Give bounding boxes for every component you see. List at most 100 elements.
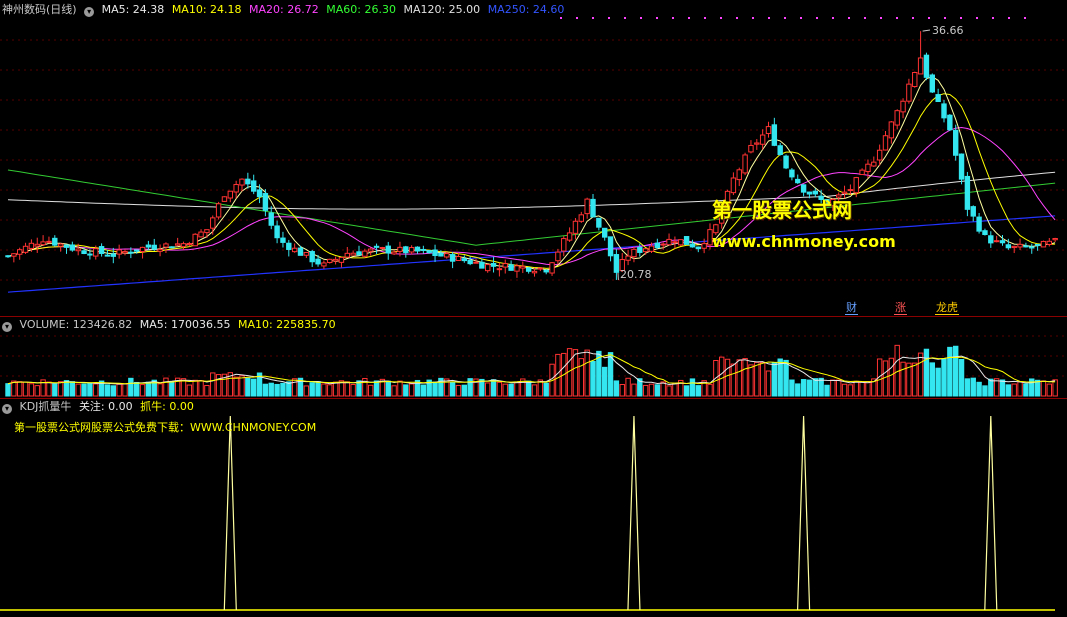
candle bbox=[607, 236, 614, 257]
volume-bar bbox=[754, 361, 760, 397]
candle bbox=[93, 248, 99, 257]
volume-bar bbox=[683, 385, 690, 397]
kdj-zhuaniu: 抓牛: 0.00 bbox=[140, 400, 194, 413]
candle bbox=[982, 230, 988, 235]
volume-bar bbox=[332, 381, 339, 397]
candle bbox=[923, 54, 930, 78]
candle bbox=[286, 242, 292, 250]
candle bbox=[134, 249, 140, 252]
stock-name: 神州数码(日线) bbox=[2, 3, 77, 16]
candle bbox=[742, 154, 748, 174]
volume-bar bbox=[34, 385, 40, 397]
volume-bar bbox=[5, 383, 11, 397]
candle bbox=[935, 94, 941, 103]
volume-bar bbox=[274, 383, 280, 397]
candle bbox=[239, 178, 245, 186]
candle bbox=[163, 243, 169, 248]
volume-bar bbox=[771, 362, 778, 397]
candle bbox=[5, 255, 11, 258]
finance-badge[interactable]: 财 bbox=[845, 301, 858, 315]
volume-bar bbox=[748, 364, 754, 397]
volume-bar bbox=[847, 384, 854, 397]
volume-bar bbox=[344, 381, 351, 397]
candle bbox=[531, 270, 538, 274]
chevron-down-icon[interactable]: ▾ bbox=[2, 322, 12, 332]
volume-bar bbox=[742, 358, 748, 397]
candle bbox=[34, 243, 40, 247]
volume-bar bbox=[672, 382, 678, 397]
candle bbox=[970, 206, 976, 217]
volume-bar bbox=[888, 357, 895, 397]
candle bbox=[69, 244, 76, 251]
volume-bar bbox=[602, 366, 608, 397]
volume-bar bbox=[485, 382, 491, 397]
candle bbox=[771, 124, 778, 146]
candle bbox=[128, 251, 134, 254]
candle bbox=[145, 244, 152, 248]
chevron-down-icon[interactable]: ▾ bbox=[2, 404, 12, 414]
low-price-label: 20.78 bbox=[620, 268, 652, 281]
volume-bar bbox=[941, 358, 947, 397]
candle bbox=[566, 232, 573, 241]
candle bbox=[572, 220, 579, 234]
volume-bar bbox=[268, 382, 274, 397]
volume-bar bbox=[502, 383, 508, 397]
candle bbox=[210, 217, 216, 229]
volume-bar bbox=[215, 374, 222, 397]
candle bbox=[602, 227, 608, 238]
candle bbox=[420, 248, 427, 251]
candle bbox=[87, 253, 93, 256]
candle bbox=[40, 241, 46, 246]
volume-bar bbox=[976, 381, 982, 397]
volume-bar bbox=[286, 381, 292, 397]
candle bbox=[362, 250, 368, 257]
volume-bar bbox=[303, 385, 310, 397]
chevron-down-icon[interactable]: ▾ bbox=[84, 7, 95, 17]
volume-bar bbox=[508, 383, 514, 397]
candle bbox=[251, 180, 257, 192]
candle bbox=[993, 240, 1000, 243]
volume-bar bbox=[695, 385, 701, 397]
candle bbox=[303, 252, 310, 256]
volume-bar bbox=[584, 349, 590, 397]
candle bbox=[689, 243, 696, 248]
volume-bar bbox=[397, 380, 403, 397]
volume-bar bbox=[947, 346, 953, 397]
candle bbox=[174, 243, 181, 246]
volume-panel[interactable]: ▾ VOLUME: 123426.82 MA5: 170036.55 MA10:… bbox=[0, 316, 1067, 398]
volume-bar bbox=[104, 384, 111, 397]
volume-bar bbox=[660, 381, 666, 397]
candle bbox=[520, 265, 526, 269]
volume-bar bbox=[262, 383, 269, 397]
rise-badge[interactable]: 涨 bbox=[894, 301, 907, 315]
volume-bar bbox=[830, 379, 836, 397]
candle bbox=[344, 252, 351, 258]
price-panel[interactable]: 神州数码(日线) ▾ MA5: 24.38 MA10: 24.18 MA20: … bbox=[0, 0, 1067, 316]
candle bbox=[1011, 245, 1017, 249]
candle bbox=[397, 246, 403, 252]
candle bbox=[894, 110, 900, 126]
candle bbox=[701, 243, 707, 249]
candle bbox=[438, 252, 444, 257]
candle bbox=[871, 161, 877, 167]
ma20-value: MA20: 26.72 bbox=[249, 3, 319, 16]
candle bbox=[800, 184, 807, 193]
candle bbox=[637, 246, 643, 253]
volume-bar bbox=[613, 380, 620, 397]
volume-bar bbox=[169, 381, 175, 397]
volume-bar bbox=[806, 379, 813, 397]
kdj-panel[interactable]: ▾ KDJ抓量牛 关注: 0.00 抓牛: 0.00 第一股票公式网股票公式免费… bbox=[0, 398, 1067, 617]
ma250-value: MA250: 24.60 bbox=[487, 3, 565, 16]
candle bbox=[350, 252, 356, 256]
candle bbox=[1034, 243, 1041, 246]
price-chart[interactable] bbox=[0, 0, 1067, 316]
candle bbox=[379, 246, 386, 249]
candle bbox=[180, 243, 187, 248]
candle bbox=[139, 246, 146, 253]
candle bbox=[1052, 238, 1058, 241]
volume-bar bbox=[1017, 381, 1023, 397]
dragon-tiger-badge[interactable]: 龙虎 bbox=[935, 301, 959, 315]
volume-bar bbox=[11, 380, 17, 397]
candle bbox=[736, 169, 742, 181]
volume-bar bbox=[432, 381, 438, 397]
